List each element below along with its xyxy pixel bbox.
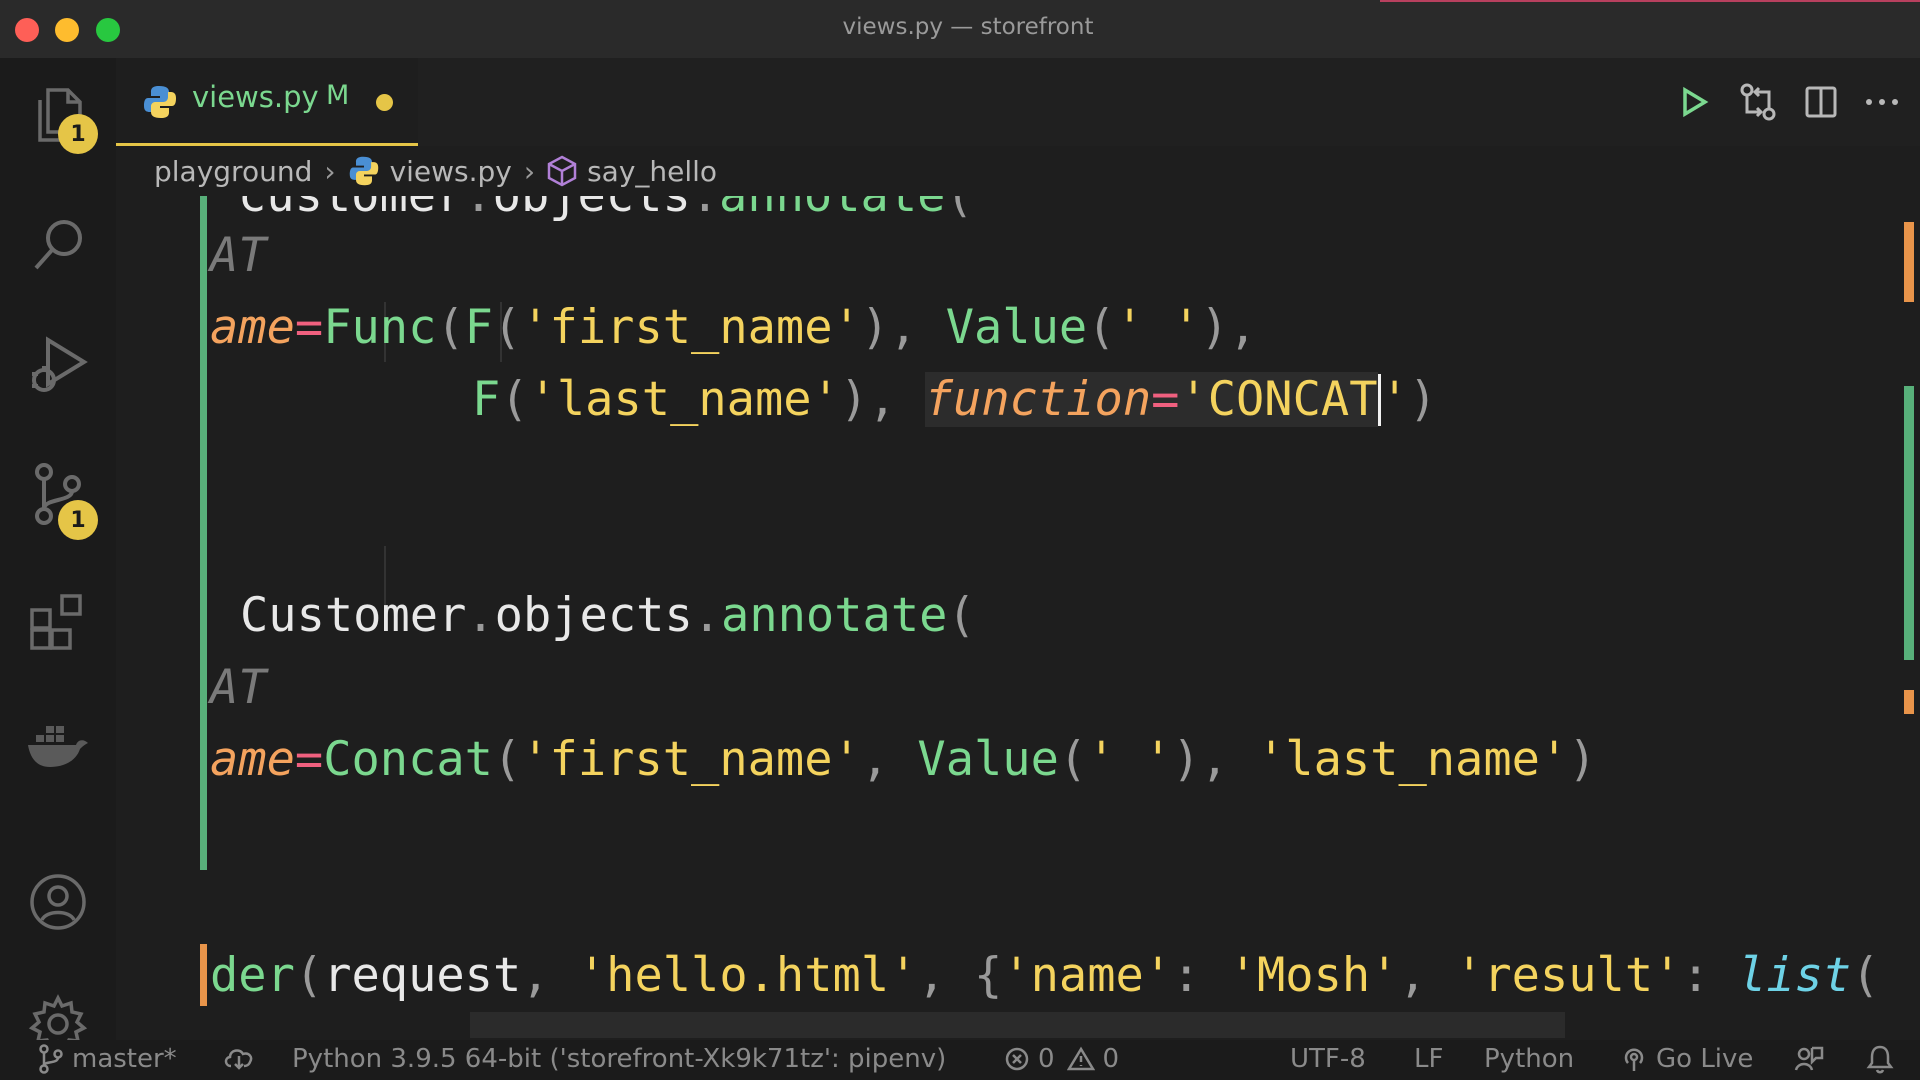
unsaved-dot[interactable] bbox=[376, 94, 393, 111]
breadcrumb-symbol[interactable]: say_hello bbox=[587, 155, 717, 188]
branch-name: master* bbox=[72, 1044, 177, 1074]
bell-icon bbox=[1866, 1045, 1894, 1074]
notifications-button[interactable] bbox=[1866, 1044, 1902, 1074]
breadcrumb: playground › views.py › say_hello bbox=[116, 146, 1856, 196]
run-file-button[interactable] bbox=[1672, 80, 1716, 124]
code-line-3: ame=Func(F('first_name'), Value(' '), bbox=[210, 300, 1257, 355]
sync-button[interactable] bbox=[222, 1044, 264, 1070]
code-line-6: AT bbox=[210, 660, 267, 715]
error-count: 0 bbox=[1038, 1044, 1055, 1074]
docker-icon bbox=[28, 726, 88, 767]
split-editor-icon bbox=[1805, 86, 1837, 118]
cloud-sync-icon bbox=[224, 1049, 253, 1070]
explorer-button[interactable]: 1 bbox=[22, 78, 98, 154]
compare-changes-icon bbox=[1740, 83, 1776, 121]
run-debug-button[interactable] bbox=[22, 330, 94, 402]
encoding-label: UTF-8 bbox=[1290, 1044, 1366, 1074]
modified-status: M bbox=[326, 80, 350, 111]
accounts-button[interactable] bbox=[22, 866, 94, 938]
eol-label: LF bbox=[1414, 1044, 1444, 1074]
activity-bar: 1 1 bbox=[0, 58, 116, 1051]
python-interpreter[interactable]: Python 3.9.5 64-bit ('storefront-Xk9k71t… bbox=[292, 1044, 946, 1074]
more-actions-button[interactable] bbox=[1860, 80, 1904, 124]
python-file-icon bbox=[142, 84, 178, 124]
source-control-badge: 1 bbox=[58, 500, 98, 540]
split-editor-button[interactable] bbox=[1799, 80, 1843, 124]
overview-ruler-modified bbox=[1904, 222, 1914, 302]
horizontal-scrollbar[interactable] bbox=[470, 1012, 1565, 1038]
overview-ruler-added bbox=[1904, 386, 1914, 660]
problems-indicator[interactable]: 0 0 bbox=[1004, 1044, 1119, 1074]
title-accent-line bbox=[1380, 0, 1920, 2]
code-line-1: customer.objects.annotate( bbox=[238, 196, 974, 226]
code-line-7: ame=Concat('first_name', Value(' '), 'la… bbox=[210, 732, 1597, 787]
feedback-button[interactable] bbox=[1794, 1044, 1832, 1074]
search-button[interactable] bbox=[22, 208, 94, 280]
git-added-gutter bbox=[200, 196, 207, 870]
git-branch-icon bbox=[39, 1044, 63, 1074]
code-line-2: AT bbox=[210, 228, 267, 283]
go-live-button[interactable]: Go Live bbox=[1620, 1044, 1753, 1074]
explorer-badge: 1 bbox=[58, 114, 98, 154]
code-line-5: Customer.objects.annotate( bbox=[240, 588, 976, 643]
warning-icon bbox=[1066, 1046, 1095, 1071]
play-icon bbox=[1683, 86, 1709, 118]
window-title: views.py — storefront bbox=[842, 14, 1094, 40]
warning-count: 0 bbox=[1102, 1044, 1120, 1074]
tab-views-py[interactable]: views.py M bbox=[116, 58, 418, 146]
source-control-button[interactable]: 1 bbox=[22, 458, 98, 540]
breadcrumb-folder[interactable]: playground bbox=[154, 155, 312, 188]
language-label: Python bbox=[1484, 1044, 1575, 1074]
eol-indicator[interactable]: LF bbox=[1414, 1044, 1443, 1074]
git-modified-gutter bbox=[200, 944, 207, 1006]
chevron-right-icon: › bbox=[324, 154, 336, 188]
method-cube-icon bbox=[547, 155, 577, 187]
python-file-icon bbox=[348, 155, 380, 187]
extensions-icon bbox=[30, 594, 82, 650]
search-icon bbox=[34, 220, 82, 270]
broadcast-icon bbox=[1624, 1048, 1644, 1071]
editor-tab-bar: views.py M bbox=[116, 58, 1920, 146]
status-bar: master* Python 3.9.5 64-bit ('storefront… bbox=[0, 1040, 1920, 1080]
error-icon bbox=[1005, 1047, 1029, 1071]
docker-button[interactable] bbox=[22, 710, 94, 782]
language-mode[interactable]: Python bbox=[1484, 1044, 1574, 1074]
interpreter-label: Python 3.9.5 64-bit ('storefront-Xk9k71t… bbox=[292, 1044, 947, 1074]
title-bar: views.py — storefront bbox=[0, 0, 1920, 58]
run-debug-icon bbox=[32, 336, 88, 392]
chevron-right-icon: › bbox=[523, 154, 536, 188]
ellipsis-icon bbox=[1866, 99, 1898, 105]
encoding-indicator[interactable]: UTF-8 bbox=[1290, 1044, 1366, 1074]
feedback-person-icon bbox=[1794, 1046, 1824, 1071]
overview-ruler-modified bbox=[1904, 690, 1914, 714]
tab-label: views.py bbox=[192, 80, 319, 114]
branch-indicator[interactable]: master* bbox=[38, 1044, 177, 1074]
extensions-button[interactable] bbox=[22, 586, 94, 658]
code-line-8: der(request, 'hello.html', {'name': 'Mos… bbox=[210, 948, 1880, 1003]
code-line-4: F('last_name'), function='CONCAT') bbox=[472, 372, 1438, 427]
breadcrumb-file[interactable]: views.py bbox=[390, 155, 512, 188]
open-changes-button[interactable] bbox=[1736, 80, 1780, 124]
account-icon bbox=[30, 874, 86, 930]
go-live-label: Go Live bbox=[1656, 1044, 1754, 1074]
code-editor[interactable]: customer.objects.annotate( AT ame=Func(F… bbox=[116, 196, 1920, 1040]
